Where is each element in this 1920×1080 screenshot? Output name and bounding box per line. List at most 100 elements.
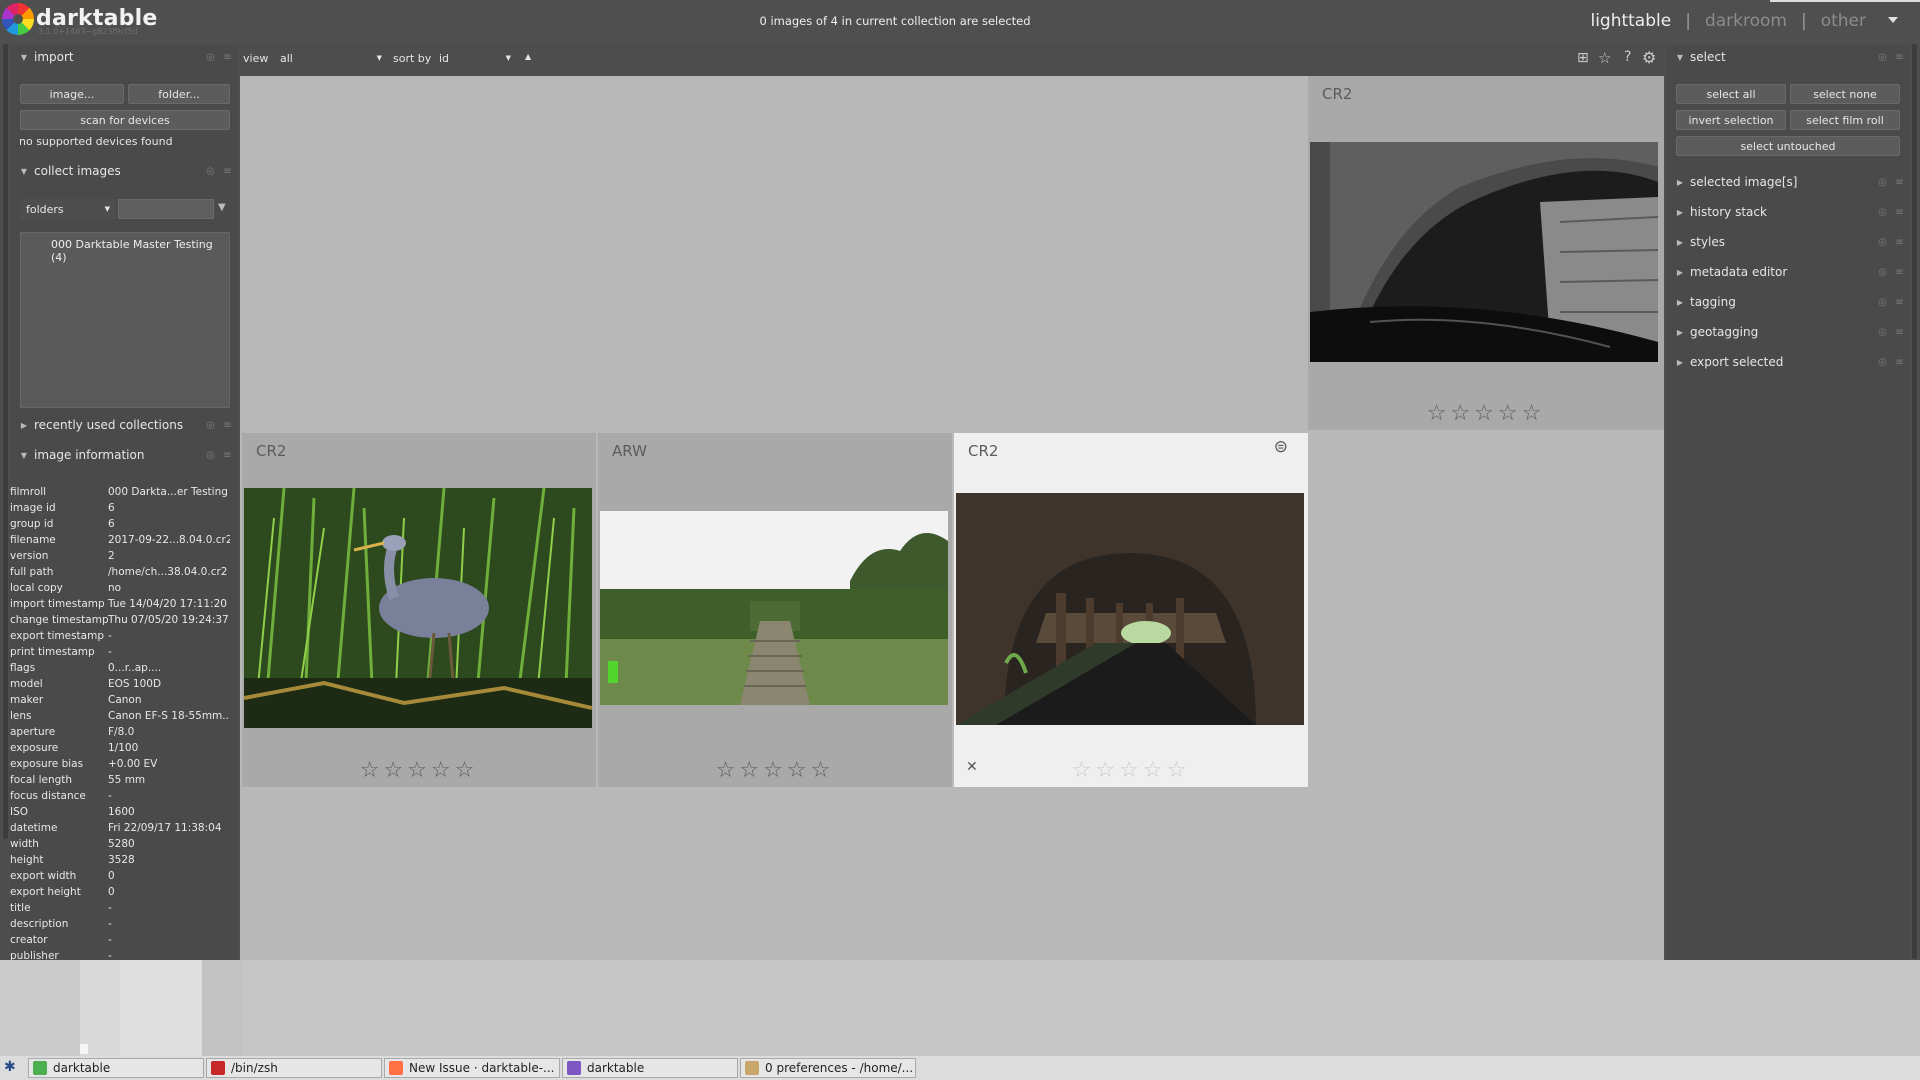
import-folder-button[interactable]: folder...	[128, 84, 230, 104]
info-value: 6	[108, 502, 115, 514]
info-key: creator	[10, 934, 48, 946]
view-lighttable[interactable]: lighttable	[1590, 11, 1671, 31]
select-all-button[interactable]: select all	[1676, 84, 1786, 104]
reset-icon[interactable]: ◎	[1876, 237, 1889, 248]
reset-icon[interactable]: ◎	[1876, 357, 1889, 368]
expand-arrow-icon: ▶	[1676, 357, 1684, 367]
presets-icon[interactable]: ≡	[1893, 177, 1906, 188]
sort-direction-icon[interactable]: ▲	[525, 52, 531, 61]
module-header-export-selected[interactable]: ▶ export selected ◎ ≡	[1666, 349, 1910, 375]
presets-icon[interactable]: ≡	[1893, 237, 1906, 248]
module-header-geotagging[interactable]: ▶ geotagging ◎ ≡	[1666, 319, 1910, 345]
presets-icon[interactable]: ≡	[221, 166, 234, 177]
left-panel-scrollbar[interactable]	[3, 44, 8, 839]
module-header-history-stack[interactable]: ▶ history stack ◎ ≡	[1666, 199, 1910, 225]
presets-icon[interactable]: ≡	[1893, 207, 1906, 218]
right-panel-scrollbar[interactable]	[1912, 44, 1917, 959]
presets-icon[interactable]: ≡	[1893, 357, 1906, 368]
filter-funnel-icon[interactable]: ▼	[218, 202, 226, 213]
taskbar-item[interactable]: New Issue · darktable-...	[384, 1058, 560, 1078]
collection-item[interactable]: 000 Darktable Master Testing (4)	[21, 233, 229, 264]
reset-icon[interactable]: ◎	[1876, 52, 1889, 63]
view-other[interactable]: other	[1821, 11, 1866, 31]
info-key: export timestamp	[10, 630, 104, 642]
info-value: 55 mm	[108, 774, 146, 786]
presets-icon[interactable]: ≡	[1893, 52, 1906, 63]
info-key: maker	[10, 694, 44, 706]
star-rating[interactable]: ☆☆☆☆☆	[598, 758, 952, 783]
module-title: export selected	[1690, 355, 1784, 369]
thumbnail-garden[interactable]: ARW ☆☆☆☆☆	[598, 433, 952, 787]
info-key: export width	[10, 870, 77, 882]
module-header-styles[interactable]: ▶ styles ◎ ≡	[1666, 229, 1910, 255]
view-darkroom[interactable]: darkroom	[1705, 11, 1787, 31]
presets-icon[interactable]: ≡	[1893, 267, 1906, 278]
info-key: filename	[10, 534, 56, 546]
select-module-header[interactable]: ▼ select ◎ ≡	[1666, 44, 1910, 70]
reset-icon[interactable]: ◎	[204, 52, 217, 63]
filmstrip-thumb[interactable]	[202, 960, 242, 1056]
info-row: maker Canon	[10, 692, 230, 708]
collect-images-module-header[interactable]: ▼ collect images ◎ ≡	[10, 158, 238, 184]
star-rating[interactable]: ☆☆☆☆☆	[242, 758, 596, 783]
taskbar-item[interactable]: darktable	[28, 1058, 204, 1078]
recent-collections-module-header[interactable]: ▶ recently used collections ◎ ≡	[10, 412, 238, 438]
module-title: metadata editor	[1690, 265, 1788, 279]
module-header-metadata-editor[interactable]: ▶ metadata editor ◎ ≡	[1666, 259, 1910, 285]
thumbnail-bridge[interactable]: CR2 ☆☆☆☆☆	[1308, 76, 1664, 430]
info-value: EOS 100D	[108, 678, 162, 690]
help-icon[interactable]: ?	[1624, 49, 1631, 65]
reset-icon[interactable]: ◎	[1876, 207, 1889, 218]
image-information-module-header[interactable]: ▼ image information ◎ ≡	[10, 442, 238, 468]
info-key: group id	[10, 518, 54, 530]
presets-icon[interactable]: ≡	[221, 420, 234, 431]
import-module-header[interactable]: ▼ import ◎ ≡	[10, 44, 238, 70]
filmstrip-thumb[interactable]	[80, 960, 120, 1056]
start-menu-icon[interactable]: ✱	[4, 1059, 16, 1075]
info-row: ISO 1600	[10, 804, 230, 820]
star-rating[interactable]: ☆☆☆☆☆	[954, 758, 1308, 783]
collect-property-select[interactable]: folders ▼	[20, 199, 116, 219]
reset-icon[interactable]: ◎	[1876, 177, 1889, 188]
preferences-gear-icon[interactable]: ⚙	[1642, 48, 1656, 67]
taskbar-item[interactable]: darktable	[562, 1058, 738, 1078]
device-status: no supported devices found	[19, 135, 173, 148]
info-row: exposure bias +0.00 EV	[10, 756, 230, 772]
select-film-roll-button[interactable]: select film roll	[1790, 110, 1900, 130]
filmstrip-scroll-handle[interactable]	[80, 1044, 88, 1054]
info-value: Tue 14/04/20 17:11:20	[108, 598, 227, 610]
view-filter-select[interactable]: all ▼	[276, 48, 386, 68]
reset-icon[interactable]: ◎	[204, 450, 217, 461]
invert-selection-button[interactable]: invert selection	[1676, 110, 1786, 130]
reset-icon[interactable]: ◎	[1876, 327, 1889, 338]
selection-status: 0 images of 4 in current collection are …	[759, 14, 1031, 28]
views-dropdown-icon[interactable]	[1888, 17, 1898, 23]
thumbnail-tunnel[interactable]: CR2 ⊜ ✕ ☆☆☆☆☆	[954, 433, 1308, 787]
reset-icon[interactable]: ◎	[1876, 267, 1889, 278]
taskbar-item[interactable]: /bin/zsh	[206, 1058, 382, 1078]
presets-icon[interactable]: ≡	[221, 52, 234, 63]
reset-icon[interactable]: ◎	[204, 166, 217, 177]
collect-filter-input[interactable]	[118, 199, 214, 219]
grouping-icon[interactable]: ⊞	[1577, 50, 1589, 66]
reset-icon[interactable]: ◎	[1876, 297, 1889, 308]
filmstrip-thumb[interactable]	[120, 960, 202, 1056]
overlays-star-icon[interactable]: ☆	[1598, 49, 1611, 67]
taskbar-item[interactable]: 0 preferences - /home/...	[740, 1058, 916, 1078]
info-key: image id	[10, 502, 56, 514]
module-header-selected-image-s[interactable]: ▶ selected image[s] ◎ ≡	[1666, 169, 1910, 195]
info-row: height 3528	[10, 852, 230, 868]
star-rating[interactable]: ☆☆☆☆☆	[1308, 401, 1664, 426]
altered-history-icon[interactable]: ⊜	[1274, 437, 1288, 457]
thumbnail-heron[interactable]: CR2 ☆☆☆☆☆	[242, 433, 596, 787]
presets-icon[interactable]: ≡	[1893, 327, 1906, 338]
scan-devices-button[interactable]: scan for devices	[20, 110, 230, 130]
import-image-button[interactable]: image...	[20, 84, 124, 104]
select-none-button[interactable]: select none	[1790, 84, 1900, 104]
presets-icon[interactable]: ≡	[221, 450, 234, 461]
select-untouched-button[interactable]: select untouched	[1676, 136, 1900, 156]
module-header-tagging[interactable]: ▶ tagging ◎ ≡	[1666, 289, 1910, 315]
presets-icon[interactable]: ≡	[1893, 297, 1906, 308]
reset-icon[interactable]: ◎	[204, 420, 217, 431]
sort-select[interactable]: id ▼	[435, 48, 515, 68]
